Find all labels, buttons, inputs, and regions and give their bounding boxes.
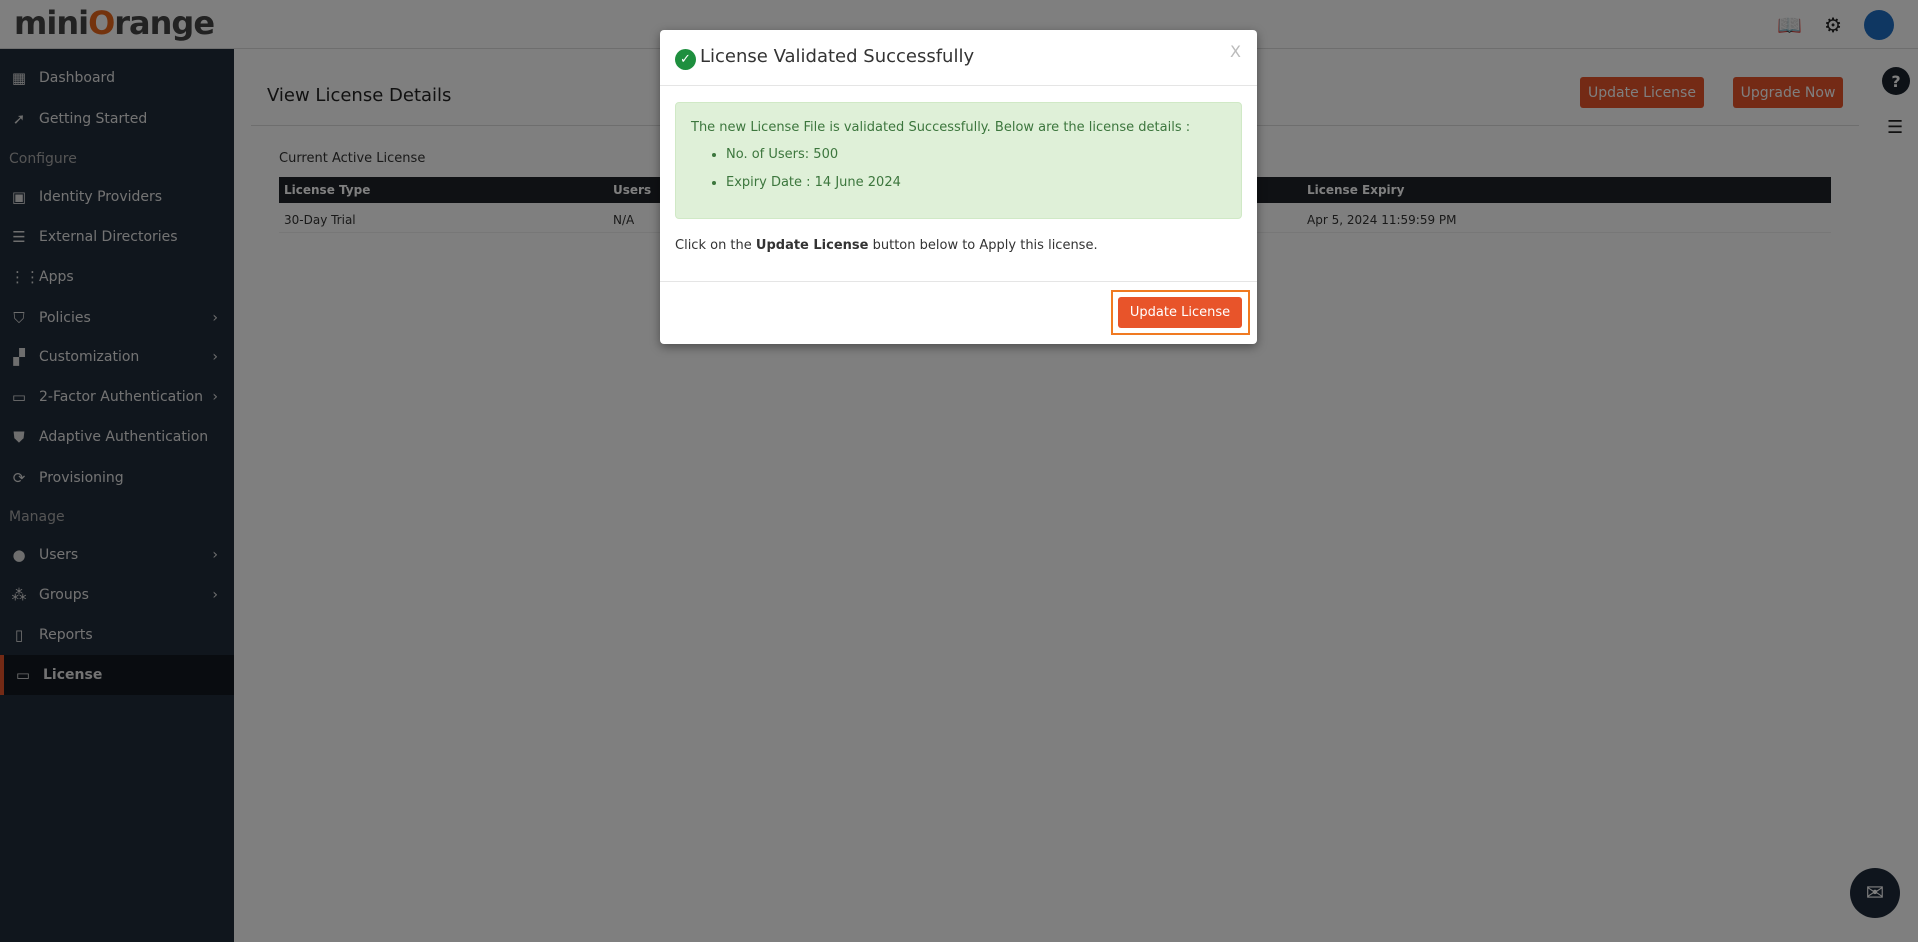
instruction-text: Click on the Update License button below… [675,238,1098,253]
alert-message: The new License File is validated Succes… [691,120,1191,135]
instruction-post: button below to Apply this license. [868,238,1098,253]
instruction-pre: Click on the [675,238,756,253]
license-validated-modal: ✓ License Validated Successfully X The n… [660,30,1257,344]
detail-users: No. of Users: 500 [726,147,901,162]
close-icon[interactable]: X [1230,42,1241,61]
detail-expiry: Expiry Date : 14 June 2024 [726,175,901,190]
check-circle-icon: ✓ [675,49,696,70]
instruction-bold: Update License [755,238,869,253]
modal-footer-divider [660,281,1257,282]
success-alert: The new License File is validated Succes… [675,102,1242,219]
modal-title: License Validated Successfully [700,46,975,67]
modal-update-license-button[interactable]: Update License [1118,297,1242,328]
